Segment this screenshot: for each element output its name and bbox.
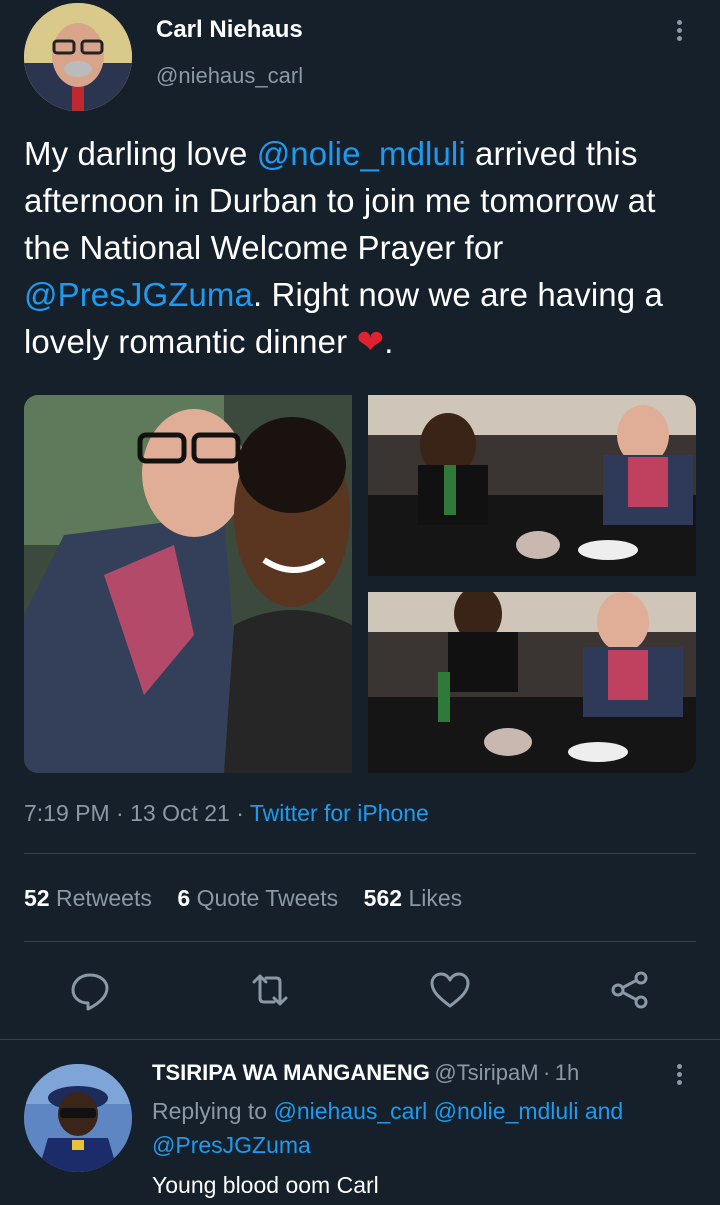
separator-dot: · (116, 800, 131, 826)
divider (0, 1039, 720, 1040)
reply-header: TSIRIPA WA MANGANENG @TsiripaM · 1h (152, 1060, 579, 1086)
reply-button[interactable] (68, 968, 112, 1012)
divider (24, 853, 696, 854)
selfie-image (24, 395, 352, 773)
tweet-source[interactable]: Twitter for iPhone (250, 800, 429, 826)
retweet-button[interactable] (248, 968, 292, 1012)
author-handle[interactable]: @niehaus_carl (156, 63, 303, 89)
tweet-text-part: My darling love (24, 135, 257, 172)
retweets-label: Retweets (55, 885, 152, 911)
separator-dot: · (236, 800, 250, 826)
tweet-text: My darling love @nolie_mdluli arrived th… (24, 130, 696, 365)
tweet-photo-dinner-1[interactable] (368, 395, 696, 576)
quotes-stat[interactable]: 6 Quote Tweets (177, 885, 338, 911)
retweet-icon (252, 974, 288, 1006)
tweet-date[interactable]: 13 Oct 21 (130, 800, 230, 826)
replying-mention-last[interactable]: @PresJGZuma (152, 1132, 311, 1158)
replying-to-label: Replying to (152, 1098, 268, 1124)
author-avatar[interactable] (24, 3, 132, 111)
dinner-photo-1-image (368, 395, 696, 576)
likes-label: Likes (408, 885, 463, 911)
more-vertical-icon[interactable] (677, 1061, 682, 1088)
quotes-count: 6 (177, 885, 191, 911)
retweets-count: 52 (24, 885, 50, 911)
divider (24, 941, 696, 942)
separator-dot: · (543, 1060, 551, 1085)
reply-author-handle[interactable]: @TsiripaM (434, 1060, 538, 1085)
author-name[interactable]: Carl Niehaus (156, 16, 303, 44)
reply-avatar-image (24, 1064, 132, 1172)
like-button[interactable] (428, 968, 472, 1012)
share-icon (611, 971, 648, 1009)
reply-avatar[interactable] (24, 1064, 132, 1172)
reply-text: Young blood oom Carl (152, 1172, 379, 1198)
dinner-photo-2-image (368, 592, 696, 773)
tweet-time[interactable]: 7:19 PM (24, 800, 110, 826)
author-avatar-image (24, 3, 132, 111)
likes-stat[interactable]: 562 Likes (364, 885, 462, 911)
reply-time[interactable]: 1h (555, 1060, 579, 1085)
replying-and[interactable]: and (585, 1098, 623, 1124)
tweet-stats: 52 Retweets 6 Quote Tweets 562 Likes (24, 885, 462, 912)
heart-emoji: ❤ (356, 323, 385, 360)
mention-link[interactable]: @PresJGZuma (24, 276, 253, 313)
reply-author-name[interactable]: TSIRIPA WA MANGANENG (152, 1060, 430, 1085)
reply-icon (71, 973, 109, 1011)
like-icon (430, 972, 470, 1008)
likes-count: 562 (363, 885, 403, 911)
share-button[interactable] (608, 968, 652, 1012)
tweet-photo-selfie[interactable] (24, 395, 352, 773)
more-vertical-icon[interactable] (677, 17, 682, 44)
retweets-stat[interactable]: 52 Retweets (24, 885, 152, 911)
tweet-meta: 7:19 PM · 13 Oct 21 · Twitter for iPhone (24, 800, 429, 827)
quotes-label: Quote Tweets (196, 885, 339, 911)
mention-link[interactable]: @nolie_mdluli (257, 135, 466, 172)
replying-to: Replying to @niehaus_carl @nolie_mdluli … (152, 1094, 692, 1162)
replying-mentions[interactable]: @niehaus_carl @nolie_mdluli (273, 1098, 578, 1124)
tweet-photo-dinner-2[interactable] (368, 592, 696, 773)
tweet-text-part: . (384, 323, 394, 360)
